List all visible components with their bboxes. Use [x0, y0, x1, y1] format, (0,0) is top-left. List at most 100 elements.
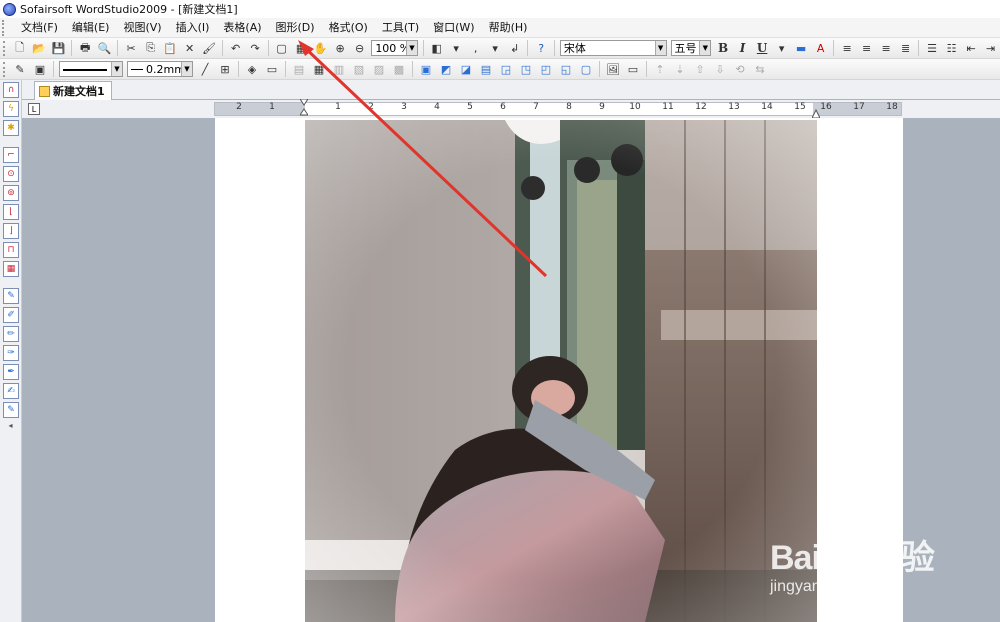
toolbar-grip[interactable] — [3, 40, 7, 56]
distribute-icon[interactable]: ⇩ — [712, 61, 728, 77]
zoom-out-icon[interactable]: ⊖ — [352, 40, 368, 56]
lightning-icon[interactable]: ϟ — [3, 101, 19, 117]
pen-d-icon[interactable]: ✑ — [3, 345, 19, 361]
tool-a-icon[interactable]: ⌐ — [3, 147, 19, 163]
align-objects-icon[interactable]: ⇧ — [692, 61, 708, 77]
bold-button[interactable]: B — [715, 40, 731, 56]
pen-a-icon[interactable]: ✎ — [3, 288, 19, 304]
cell-align-icon[interactable]: ▩ — [391, 61, 407, 77]
pen-b-icon[interactable]: ✐ — [3, 307, 19, 323]
print-icon[interactable]: 🖶 — [77, 40, 93, 56]
shape-h-icon[interactable]: ▢ — [578, 61, 594, 77]
menu-table[interactable]: 表格(A) — [216, 19, 268, 37]
increase-indent-icon[interactable]: ⇥ — [983, 40, 999, 56]
symbol-icon[interactable]: , — [468, 40, 484, 56]
edit-text-icon[interactable]: ✎ — [12, 61, 28, 77]
merge-cells-icon[interactable]: ▥ — [331, 61, 347, 77]
insert-object-icon[interactable]: ◧ — [429, 40, 445, 56]
zoom-in-icon[interactable]: ⊕ — [332, 40, 348, 56]
cut-icon[interactable]: ✂ — [123, 40, 139, 56]
undo-icon[interactable]: ↶ — [228, 40, 244, 56]
shadow-icon[interactable]: ▭ — [264, 61, 280, 77]
font-name-select[interactable]: 宋体 ▼ — [559, 40, 667, 56]
shape-b-icon[interactable]: ◪ — [458, 61, 474, 77]
send-backward-icon[interactable]: ⇣ — [672, 61, 688, 77]
shape-a-icon[interactable]: ◩ — [438, 61, 454, 77]
font-size-select[interactable]: 五号 ▼ — [670, 40, 712, 56]
menu-document[interactable]: 文档(F) — [14, 19, 65, 37]
rotate-icon[interactable]: ⟲ — [732, 61, 748, 77]
image-props-icon[interactable]: ▭ — [625, 61, 641, 77]
menu-graphics[interactable]: 图形(D) — [269, 19, 322, 37]
menu-window[interactable]: 窗口(W) — [426, 19, 481, 37]
open-folder-icon[interactable]: 📂 — [31, 40, 47, 56]
justify-icon[interactable]: ≣ — [898, 40, 914, 56]
shape-e-icon[interactable]: ◳ — [518, 61, 534, 77]
flip-icon[interactable]: ⇆ — [752, 61, 768, 77]
chevron-down-icon[interactable]: ▼ — [654, 41, 666, 55]
italic-button[interactable]: I — [735, 40, 751, 56]
line-width-select[interactable]: 0.2mm ▼ — [127, 61, 193, 77]
insert-image-icon[interactable]: ▢ — [274, 40, 290, 56]
format-painter-icon[interactable]: 🖌 — [201, 40, 217, 56]
bring-forward-icon[interactable]: ⇡ — [652, 61, 668, 77]
font-color-icon[interactable]: A — [813, 40, 829, 56]
table-props-icon[interactable]: ▨ — [371, 61, 387, 77]
print-preview-icon[interactable]: 🔍 — [97, 40, 113, 56]
table-insert-icon[interactable]: ▦ — [311, 61, 327, 77]
shape-c-icon[interactable]: ▤ — [478, 61, 494, 77]
table-grid-icon[interactable]: ▦ — [293, 40, 309, 56]
dropdown-arrow-icon[interactable]: ▾ — [448, 40, 464, 56]
bullet-list-icon[interactable]: ☰ — [924, 40, 940, 56]
shape-f-icon[interactable]: ◰ — [538, 61, 554, 77]
text-box-icon[interactable]: ▣ — [418, 61, 434, 77]
help-icon[interactable]: ? — [533, 40, 549, 56]
tab-new-document-1[interactable]: 新建文档1 — [34, 81, 112, 100]
chevron-down-icon[interactable]: ▼ — [405, 41, 417, 55]
edit-frame-icon[interactable]: ▣ — [32, 61, 48, 77]
fill-color-icon[interactable]: ◈ — [244, 61, 260, 77]
align-right-icon[interactable]: ≡ — [878, 40, 894, 56]
pen-c-icon[interactable]: ✏ — [3, 326, 19, 342]
tab-stop-selector[interactable]: L — [28, 103, 40, 115]
save-icon[interactable]: 💾 — [51, 40, 67, 56]
toolbar-grip[interactable] — [3, 61, 7, 77]
border-style-icon[interactable]: ⊞ — [217, 61, 233, 77]
hand-pan-icon[interactable]: ✋ — [313, 40, 329, 56]
zoom-select[interactable]: 100 % ▼ — [371, 40, 418, 56]
shape-d-icon[interactable]: ◲ — [498, 61, 514, 77]
tool-d-icon[interactable]: ⌊ — [3, 204, 19, 220]
align-center-icon[interactable]: ≡ — [859, 40, 875, 56]
chevron-down-icon[interactable]: ▼ — [181, 62, 192, 76]
menu-grip[interactable] — [2, 19, 10, 36]
pen-e-icon[interactable]: ✒ — [3, 364, 19, 380]
numbered-list-icon[interactable]: ☷ — [944, 40, 960, 56]
tool-c-icon[interactable]: ⊚ — [3, 185, 19, 201]
scroll-more-icon[interactable]: ◂ — [0, 421, 21, 430]
magnet-icon[interactable]: ∩ — [3, 82, 19, 98]
redo-icon[interactable]: ↷ — [247, 40, 263, 56]
menu-format[interactable]: 格式(O) — [322, 19, 375, 37]
delete-icon[interactable]: ✕ — [182, 40, 198, 56]
line-color-icon[interactable]: ╱ — [197, 61, 213, 77]
left-indent-marker[interactable] — [300, 99, 308, 117]
tool-e-icon[interactable]: ⌋ — [3, 223, 19, 239]
dropdown-arrow-icon[interactable]: ▾ — [774, 40, 790, 56]
align-left-icon[interactable]: ≡ — [839, 40, 855, 56]
horizontal-ruler[interactable]: 2 1 1 2 3 4 5 6 7 8 9 10 11 12 13 14 15 16 17 18 — [214, 99, 902, 119]
new-document-icon[interactable]: 🗋 — [12, 40, 28, 56]
menu-view[interactable]: 视图(V) — [116, 19, 168, 37]
paste-icon[interactable]: 📋 — [162, 40, 178, 56]
pen-g-icon[interactable]: ✎ — [3, 402, 19, 418]
copy-icon[interactable]: ⎘ — [143, 40, 159, 56]
tool-g-icon[interactable]: ▦ — [3, 261, 19, 277]
line-style-select[interactable]: ▼ — [59, 61, 123, 77]
group-icon[interactable]: ▤ — [291, 61, 307, 77]
pen-f-icon[interactable]: ✍ — [3, 383, 19, 399]
chevron-down-icon[interactable]: ▼ — [111, 62, 122, 76]
image-frame-icon[interactable]: 🖼 — [605, 61, 621, 77]
menu-edit[interactable]: 编辑(E) — [65, 19, 117, 37]
tool-b-icon[interactable]: ⊙ — [3, 166, 19, 182]
star-icon[interactable]: ✱ — [3, 120, 19, 136]
shape-g-icon[interactable]: ◱ — [558, 61, 574, 77]
